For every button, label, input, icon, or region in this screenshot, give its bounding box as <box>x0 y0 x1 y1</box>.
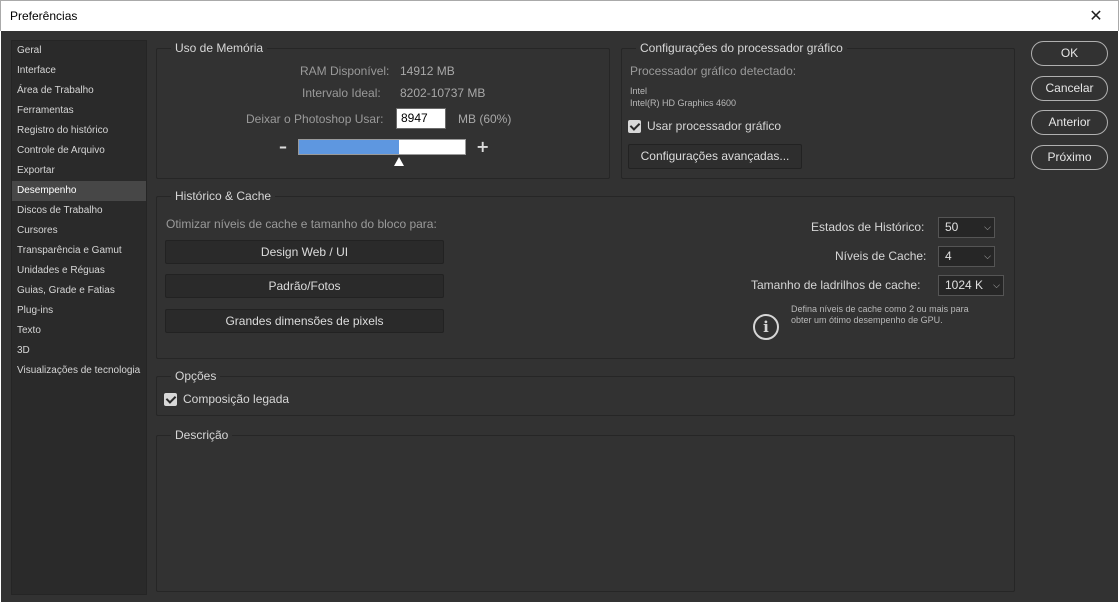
huge-pixel-dimensions-button[interactable]: Grandes dimensões de pixels <box>165 309 444 333</box>
chevron-down-icon: ⌵ <box>984 222 991 232</box>
sidebar-item-desempenho[interactable]: Desempenho <box>12 181 146 201</box>
history-states-select[interactable]: 50 ⌵ <box>938 217 995 238</box>
chevron-down-icon: ⌵ <box>984 251 991 261</box>
cache-tile-size-label: Tamanho de ladrilhos de cache: <box>751 278 921 292</box>
sidebar-item-registro-historico[interactable]: Registro do histórico <box>12 121 146 141</box>
sidebar-item-cursores[interactable]: Cursores <box>12 221 146 241</box>
legacy-compositing-checkbox[interactable] <box>164 393 177 406</box>
history-states-label: Estados de Histórico: <box>811 220 925 234</box>
ram-available-value: 14912 MB <box>400 64 455 78</box>
memory-usage-title: Uso de Memória <box>171 41 268 55</box>
ram-available-label: RAM Disponível: <box>300 64 390 78</box>
sidebar-item-visualizacoes-tecnologia[interactable]: Visualizações de tecnologia <box>12 361 146 381</box>
cache-levels-label: Níveis de Cache: <box>835 249 927 263</box>
sidebar-item-area-de-trabalho[interactable]: Área de Trabalho <box>12 81 146 101</box>
memory-increase-button[interactable]: + <box>476 139 489 155</box>
web-ui-design-button[interactable]: Design Web / UI <box>165 240 444 264</box>
gpu-detected-label: Processador gráfico detectado: <box>630 64 797 78</box>
gpu-vendor: Intel <box>630 86 648 96</box>
cache-tile-size-value: 1024 K <box>945 278 984 292</box>
info-icon: i <box>753 314 779 340</box>
history-states-value: 50 <box>945 220 959 234</box>
cancel-button[interactable]: Cancelar <box>1031 76 1108 101</box>
sidebar-item-discos-trabalho[interactable]: Discos de Trabalho <box>12 201 146 221</box>
optimize-cache-label: Otimizar níveis de cache e tamanho do bl… <box>166 217 437 231</box>
cache-hint-text: Defina níveis de cache como 2 ou mais pa… <box>791 304 969 325</box>
cache-levels-value: 4 <box>945 249 952 263</box>
sidebar-item-geral[interactable]: Geral <box>12 41 146 61</box>
sidebar-item-ferramentas[interactable]: Ferramentas <box>12 101 146 121</box>
sidebar-item-texto[interactable]: Texto <box>12 321 146 341</box>
title-bar: Preferências ✕ <box>0 0 1119 31</box>
window-title: Preferências <box>10 9 78 23</box>
cache-tile-size-select[interactable]: 1024 K ⌵ <box>938 275 1004 296</box>
sidebar-item-3d[interactable]: 3D <box>12 341 146 361</box>
memory-amount-input[interactable]: 8947 <box>396 108 446 129</box>
previous-button[interactable]: Anterior <box>1031 110 1108 135</box>
sidebar-item-guias-grade-fatias[interactable]: Guias, Grade e Fatias <box>12 281 146 301</box>
dialog-body: Geral Interface Área de Trabalho Ferrame… <box>1 31 1118 602</box>
memory-slider-thumb[interactable] <box>393 157 404 166</box>
sidebar-item-plug-ins[interactable]: Plug-ins <box>12 301 146 321</box>
default-photos-button[interactable]: Padrão/Fotos <box>165 274 444 298</box>
ok-button[interactable]: OK <box>1031 41 1108 66</box>
use-gpu-checkbox[interactable] <box>628 120 641 133</box>
legacy-compositing-label: Composição legada <box>183 392 290 406</box>
use-gpu-label: Usar processador gráfico <box>647 119 782 133</box>
memory-unit-label: MB (60%) <box>458 112 512 126</box>
gpu-model: Intel(R) HD Graphics 4600 <box>630 98 737 108</box>
gpu-settings-title: Configurações do processador gráfico <box>636 41 847 55</box>
description-title: Descrição <box>171 428 233 442</box>
sidebar-item-unidades-reguas[interactable]: Unidades e Réguas <box>12 261 146 281</box>
memory-slider-fill <box>299 140 399 154</box>
history-cache-title: Histórico & Cache <box>171 189 276 203</box>
ideal-range-value: 8202-10737 MB <box>400 86 486 100</box>
sidebar-item-transparencia-gamut[interactable]: Transparência e Gamut <box>12 241 146 261</box>
memory-slider[interactable] <box>298 139 466 155</box>
close-icon[interactable]: ✕ <box>1082 4 1110 28</box>
photoshop-use-label: Deixar o Photoshop Usar: <box>246 112 384 126</box>
options-title: Opções <box>171 369 221 383</box>
chevron-down-icon: ⌵ <box>993 280 1000 290</box>
advanced-settings-button[interactable]: Configurações avançadas... <box>628 144 802 169</box>
ideal-range-label: Intervalo Ideal: <box>302 86 381 100</box>
memory-decrease-button[interactable]: – <box>279 139 287 155</box>
cache-levels-select[interactable]: 4 ⌵ <box>938 246 995 267</box>
sidebar-item-controle-arquivo[interactable]: Controle de Arquivo <box>12 141 146 161</box>
description-group: Descrição <box>156 428 1015 592</box>
next-button[interactable]: Próximo <box>1031 145 1108 170</box>
sidebar-item-interface[interactable]: Interface <box>12 61 146 81</box>
preferences-sidebar: Geral Interface Área de Trabalho Ferrame… <box>11 40 147 595</box>
sidebar-item-exportar[interactable]: Exportar <box>12 161 146 181</box>
